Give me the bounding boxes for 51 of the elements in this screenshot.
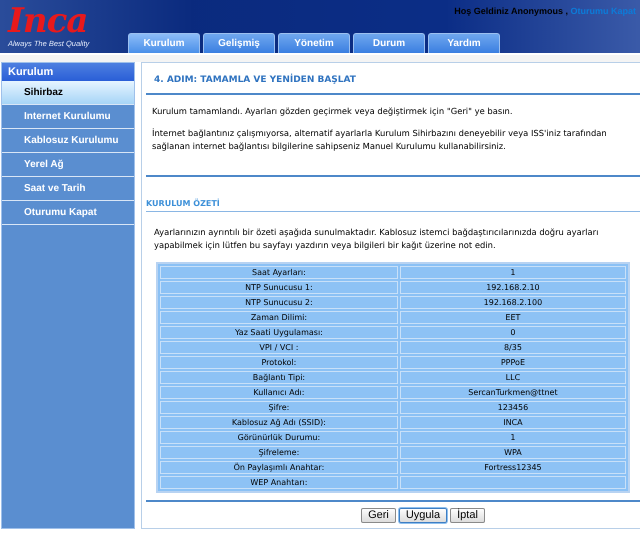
table-cell: WPA bbox=[400, 446, 626, 459]
nav-tab[interactable]: Yönetim bbox=[278, 33, 350, 53]
sidebar-item[interactable]: Internet Kurulumu bbox=[2, 105, 134, 129]
paragraph: Kurulum tamamlandı. Ayarları gözden geçirmek veya değiştirmek için "Geri" ye basın. bbox=[151, 105, 514, 118]
table-cell: Şifre: bbox=[160, 401, 398, 414]
paragraph: İnternet bağlantınız çalışmıyorsa, alternatif ayarlarla Kurulum Sihirbazını deneyebilir veya ISS'iniz tarafından sağlanan internet bağlantısı bilgilerine sahipseniz Manuel Kurulumu kullanabilirsiniz. bbox=[151, 127, 608, 153]
sidebar-item[interactable]: Yerel Ağ bbox=[2, 153, 134, 177]
logo: Inca bbox=[8, 4, 88, 38]
table-cell: 192.168.2.10 bbox=[400, 281, 626, 294]
action-button[interactable]: İptal bbox=[450, 508, 485, 523]
nav-tab[interactable]: Gelişmiş bbox=[203, 33, 275, 53]
nav-tab[interactable]: Durum bbox=[353, 33, 425, 53]
table-cell: 8/35 bbox=[400, 341, 626, 354]
table-cell: PPPoE bbox=[400, 356, 626, 369]
table-cell: Bağlantı Tipi: bbox=[160, 371, 398, 384]
table-cell: Kullanıcı Adı: bbox=[160, 386, 398, 399]
sidebar-item[interactable]: Sihirbaz bbox=[2, 81, 134, 105]
table-cell: NTP Sunucusu 1: bbox=[160, 281, 398, 294]
table-cell: SercanTurkmen@ttnet bbox=[400, 386, 626, 399]
section-title: KURULUM ÖZETİ bbox=[146, 177, 640, 212]
table-cell: Fortress12345 bbox=[400, 461, 626, 474]
table-cell: 1 bbox=[400, 431, 626, 444]
step-title: 4. ADIM: TAMAMLA VE YENİDEN BAŞLAT bbox=[153, 72, 357, 87]
welcome-text: Hoş Geldiniz Anonymous , bbox=[454, 6, 569, 16]
table-cell: NTP Sunucusu 2: bbox=[160, 296, 398, 309]
table-cell: LLC bbox=[400, 371, 626, 384]
table-cell: 0 bbox=[400, 326, 626, 339]
paragraph: Ayarlarınızın ayrıntılı bir özeti aşağıda sunulmaktadır. Kablosuz istemci bağdaştırıcılarınızda doğru ayarları yapabilmek için lütfen bu sayfayı yazdırın veya bilgileri bir kağıt üzerine not edin. bbox=[153, 226, 600, 252]
table-cell: Yaz Saati Uygulaması: bbox=[160, 326, 398, 339]
table-cell: Görünürlük Durumu: bbox=[160, 431, 398, 444]
table-cell: Ön Paylaşımlı Anahtar: bbox=[160, 461, 398, 474]
sidebar-title: Kurulum bbox=[2, 63, 134, 81]
nav-tab[interactable]: Yardım bbox=[428, 33, 500, 53]
table-cell: INCA bbox=[400, 416, 626, 429]
table-cell: VPI / VCI : bbox=[160, 341, 398, 354]
action-button[interactable]: Uygula bbox=[398, 508, 448, 523]
sidebar-item[interactable]: Saat ve Tarih bbox=[2, 177, 134, 201]
table-cell: Kablosuz Ağ Adı (SSID): bbox=[160, 416, 398, 429]
table-cell: Zaman Dilimi: bbox=[160, 311, 398, 324]
table-cell: 192.168.2.100 bbox=[400, 296, 626, 309]
table-cell: EET bbox=[400, 311, 626, 324]
sidebar-item[interactable]: Oturumu Kapat bbox=[2, 201, 134, 225]
sidebar-item[interactable]: Kablosuz Kurulumu bbox=[2, 129, 134, 153]
table-cell: Şifreleme: bbox=[160, 446, 398, 459]
nav-tab[interactable]: Kurulum bbox=[128, 33, 200, 53]
table-cell: 1 bbox=[400, 266, 626, 279]
table-cell: Saat Ayarları: bbox=[160, 266, 398, 279]
table-cell: WEP Anahtarı: bbox=[160, 476, 398, 489]
table-cell: 123456 bbox=[400, 401, 626, 414]
table-cell: Protokol: bbox=[160, 356, 398, 369]
action-button[interactable]: Geri bbox=[361, 508, 396, 523]
